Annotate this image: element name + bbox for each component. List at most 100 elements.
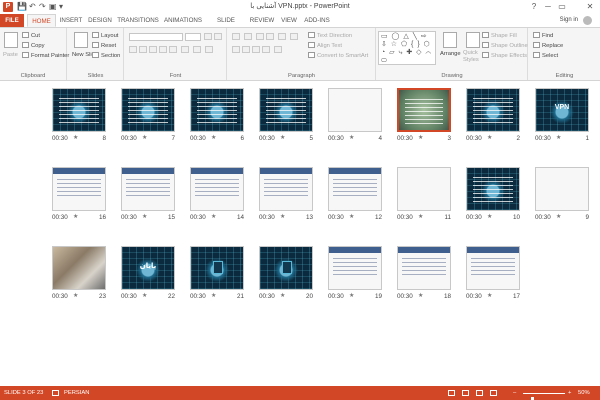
- slide-thumbnail[interactable]: 00:30 ★ 21: [190, 246, 244, 308]
- slide-preview[interactable]: [190, 88, 244, 132]
- slide-thumbnail[interactable]: 00:30 ★ 5: [259, 88, 313, 150]
- bullets-icon[interactable]: [232, 33, 240, 40]
- slide-thumbnail[interactable]: پایان 00:30 ★ 22: [121, 246, 175, 308]
- align-center-icon[interactable]: [242, 46, 250, 53]
- numbering-icon[interactable]: [244, 33, 252, 40]
- copy-button[interactable]: Copy: [22, 42, 45, 50]
- tab-view[interactable]: VIEW: [279, 14, 299, 27]
- slide-thumbnail[interactable]: 00:30 ★ 10: [466, 167, 520, 229]
- slide-thumbnail[interactable]: 00:30 ★ 18: [397, 246, 451, 308]
- slide-thumbnail[interactable]: 00:30 ★ 11: [397, 167, 451, 229]
- tab-review[interactable]: REVIEW: [248, 14, 276, 27]
- find-button[interactable]: Find: [533, 32, 553, 40]
- line-spacing-icon[interactable]: [278, 33, 286, 40]
- slide-preview[interactable]: [397, 167, 451, 211]
- shapes-gallery[interactable]: ▭ ◯ △ ╲ ⇨ ⇩ ☆ ⬠ { } ⬡ ◔ ▱ ⤷ ✚ ◇ ⌒ ⬭: [378, 31, 436, 65]
- slideshow-view-icon[interactable]: [490, 390, 497, 396]
- close-icon[interactable]: ✕: [584, 1, 596, 13]
- bold-icon[interactable]: [129, 46, 137, 53]
- arrange-icon[interactable]: [443, 32, 457, 48]
- shadow-icon[interactable]: [159, 46, 167, 53]
- columns-icon[interactable]: [274, 46, 282, 53]
- slide-sorter-view-icon[interactable]: [462, 390, 469, 396]
- minimize-icon[interactable]: ─: [542, 1, 554, 13]
- shape-outline-button[interactable]: Shape Outline: [482, 42, 528, 50]
- tab-animations[interactable]: ANIMATIONS: [162, 14, 204, 27]
- slide-thumbnail[interactable]: 00:30 ★ 7: [121, 88, 175, 150]
- slide-preview[interactable]: [190, 167, 244, 211]
- slide-preview[interactable]: [328, 167, 382, 211]
- text-direction-button[interactable]: Text Direction: [308, 32, 352, 40]
- slide-preview[interactable]: [466, 167, 520, 211]
- cut-button[interactable]: Cut: [22, 32, 40, 40]
- sign-in-link[interactable]: Sign in: [560, 14, 578, 27]
- normal-view-icon[interactable]: [448, 390, 455, 396]
- rtl-icon[interactable]: [290, 33, 298, 40]
- slide-preview[interactable]: [121, 167, 175, 211]
- slide-thumbnail[interactable]: 00:30 ★ 4: [328, 88, 382, 150]
- slide-preview[interactable]: VPN: [535, 88, 589, 132]
- slide-thumbnail[interactable]: 00:30 ★ 13: [259, 167, 313, 229]
- quick-styles-button[interactable]: Quick Styles: [463, 50, 483, 64]
- slide-preview[interactable]: [397, 88, 451, 132]
- align-text-button[interactable]: Align Text: [308, 42, 342, 50]
- help-icon[interactable]: ?: [528, 1, 540, 13]
- reset-button[interactable]: Reset: [92, 42, 116, 50]
- convert-smartart-button[interactable]: Convert to SmartArt: [308, 52, 368, 60]
- slide-preview[interactable]: [535, 167, 589, 211]
- slide-thumbnail[interactable]: 00:30 ★ 15: [121, 167, 175, 229]
- slide-thumbnail[interactable]: 00:30 ★ 6: [190, 88, 244, 150]
- restore-icon[interactable]: ▭: [556, 1, 568, 13]
- decrease-indent-icon[interactable]: [256, 33, 264, 40]
- char-spacing-icon[interactable]: [181, 46, 189, 53]
- zoom-in-button[interactable]: +: [568, 386, 571, 400]
- slide-thumbnail[interactable]: 00:30 ★ 19: [328, 246, 382, 308]
- slide-thumbnail[interactable]: VPN 00:30 ★ 1: [535, 88, 589, 150]
- slide-preview[interactable]: پایان: [121, 246, 175, 290]
- slide-thumbnail[interactable]: 00:30 ★ 14: [190, 167, 244, 229]
- font-size-select[interactable]: [185, 33, 201, 41]
- slide-preview[interactable]: [52, 167, 106, 211]
- quick-styles-icon[interactable]: [466, 32, 480, 48]
- tab-slide-show[interactable]: SLIDE SHOW: [207, 14, 245, 37]
- shape-fill-button[interactable]: Shape Fill: [482, 32, 517, 40]
- slide-preview[interactable]: [466, 88, 520, 132]
- tab-insert[interactable]: INSERT: [58, 14, 84, 27]
- user-avatar-icon[interactable]: [583, 16, 592, 25]
- font-name-select[interactable]: [129, 33, 183, 41]
- zoom-out-button[interactable]: –: [513, 386, 516, 400]
- increase-indent-icon[interactable]: [266, 33, 274, 40]
- shrink-font-icon[interactable]: [214, 33, 222, 40]
- grow-font-icon[interactable]: [204, 33, 212, 40]
- slide-thumbnail[interactable]: 00:30 ★ 9: [535, 167, 589, 229]
- font-color-icon[interactable]: [205, 46, 213, 53]
- new-slide-icon[interactable]: [74, 32, 88, 48]
- slide-thumbnail[interactable]: 00:30 ★ 16: [52, 167, 106, 229]
- select-button[interactable]: Select: [533, 52, 558, 60]
- slide-preview[interactable]: [328, 246, 382, 290]
- paste-icon[interactable]: [4, 32, 18, 48]
- layout-button[interactable]: Layout: [92, 32, 118, 40]
- slide-thumbnail[interactable]: 00:30 ★ 23: [52, 246, 106, 308]
- tab-file[interactable]: FILE: [0, 14, 24, 27]
- justify-icon[interactable]: [262, 46, 270, 53]
- section-button[interactable]: Section: [92, 52, 120, 60]
- tab-transitions[interactable]: TRANSITIONS: [117, 14, 159, 27]
- shape-effects-button[interactable]: Shape Effects: [482, 52, 527, 60]
- underline-icon[interactable]: [149, 46, 157, 53]
- reading-view-icon[interactable]: [476, 390, 483, 396]
- paste-button[interactable]: Paste: [3, 51, 18, 59]
- slide-thumbnail[interactable]: 00:30 ★ 20: [259, 246, 313, 308]
- slide-preview[interactable]: [52, 88, 106, 132]
- align-right-icon[interactable]: [252, 46, 260, 53]
- zoom-slider-thumb[interactable]: [531, 396, 535, 400]
- slide-preview[interactable]: [190, 246, 244, 290]
- slide-preview[interactable]: [52, 246, 106, 290]
- tab-add-ins[interactable]: ADD-INS: [302, 14, 332, 27]
- slide-sorter[interactable]: 00:30 ★ 8 00:30 ★ 7 00:30 ★ 6 00:30 ★ 5 00:30 ★ 4 00:30…: [0, 81, 600, 386]
- slide-preview[interactable]: [121, 88, 175, 132]
- tab-design[interactable]: DESIGN: [86, 14, 114, 27]
- slide-preview[interactable]: [259, 88, 313, 132]
- slide-thumbnail[interactable]: 00:30 ★ 3: [397, 88, 451, 150]
- slide-thumbnail[interactable]: 00:30 ★ 2: [466, 88, 520, 150]
